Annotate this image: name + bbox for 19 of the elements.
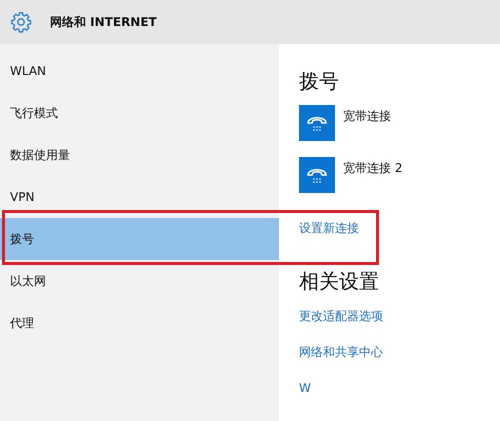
settings-icon [10, 11, 32, 33]
sidebar-item[interactable]: 飞行模式 [0, 92, 279, 134]
window-title: 网络和 INTERNET [50, 14, 157, 31]
sidebar-item[interactable]: 拨号 [0, 218, 279, 260]
sidebar-item[interactable]: 代理 [0, 302, 279, 344]
sidebar-item[interactable]: VPN [0, 176, 279, 218]
related-link[interactable]: 更改适配器选项 [299, 307, 383, 325]
related-link[interactable]: W [299, 379, 311, 397]
phone-icon [299, 105, 335, 141]
sidebar-item[interactable]: 以太网 [0, 260, 279, 302]
related-link[interactable]: 网络和共享中心 [299, 343, 383, 361]
section-title: 相关设置 [299, 268, 380, 295]
sidebar-item[interactable]: WLAN [0, 50, 279, 92]
connection-name[interactable]: 宽带连接 [343, 107, 391, 125]
section-title: 拨号 [299, 68, 340, 95]
phone-icon [299, 157, 335, 193]
setup-link[interactable]: 设置新连接 [299, 221, 359, 235]
sidebar-item[interactable]: 数据使用量 [0, 134, 279, 176]
connection-name[interactable]: 宽带连接 2 [343, 159, 402, 177]
